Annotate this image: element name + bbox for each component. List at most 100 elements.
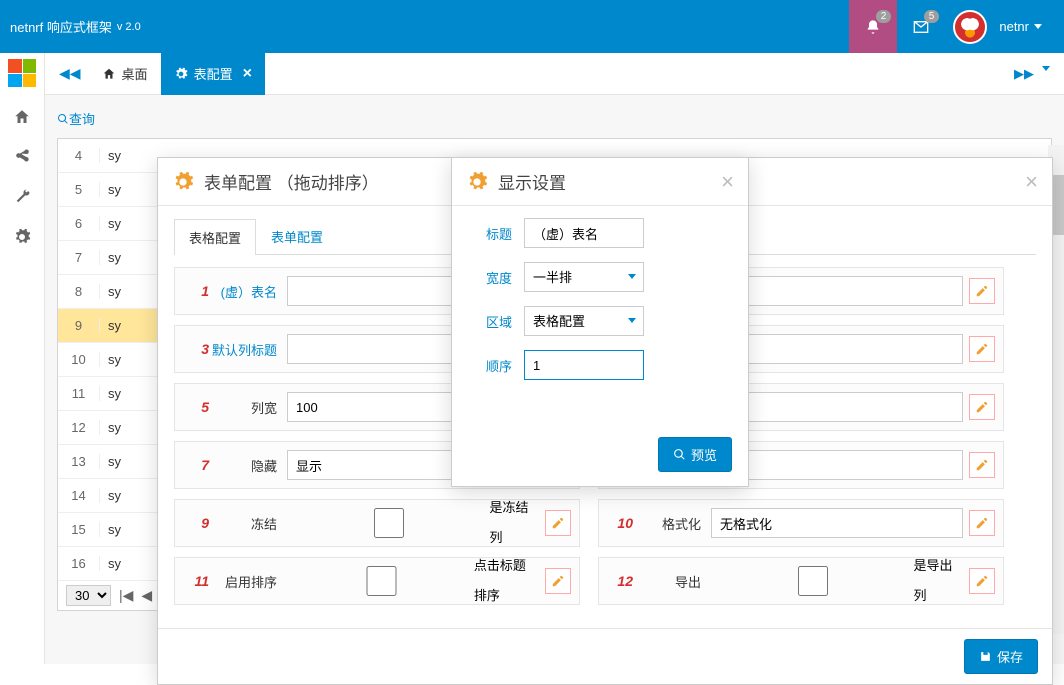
search-icon [673, 448, 686, 461]
width-select[interactable]: 一半排 [524, 262, 644, 292]
row-cell: sy [100, 420, 129, 435]
pencil-icon [551, 516, 565, 530]
row-cell: sy [100, 182, 129, 197]
area-select[interactable]: 表格配置 [524, 306, 644, 336]
modal-title: 表单配置 （拖动排序） [204, 169, 379, 194]
row-number: 6 [58, 216, 100, 231]
home-icon [13, 108, 31, 126]
gear-icon [174, 67, 188, 81]
field-checkbox[interactable] [719, 566, 907, 596]
pencil-icon [975, 342, 989, 356]
config-field[interactable]: 10格式化 [598, 499, 1004, 547]
pencil-icon [975, 400, 989, 414]
row-cell: sy [100, 454, 129, 469]
app-logo [8, 59, 36, 87]
label-area: 区域 [468, 312, 524, 331]
sidebar-share[interactable] [0, 137, 45, 177]
row-cell: sy [100, 318, 129, 333]
notif-count: 2 [876, 10, 892, 23]
row-cell: sy [100, 250, 129, 265]
row-number: 4 [58, 148, 100, 163]
field-number: 5 [183, 399, 209, 415]
close-icon[interactable]: × [1025, 169, 1038, 195]
mail-button[interactable]: 5 [897, 0, 945, 53]
label-width: 宽度 [468, 268, 524, 287]
sidebar-home[interactable] [0, 97, 45, 137]
row-number: 16 [58, 556, 100, 571]
pencil-icon [975, 458, 989, 472]
row-number: 10 [58, 352, 100, 367]
save-icon [979, 650, 992, 663]
edit-button[interactable] [969, 568, 995, 594]
edit-button[interactable] [545, 510, 571, 536]
row-cell: sy [100, 352, 129, 367]
edit-button[interactable] [969, 510, 995, 536]
edit-button[interactable] [969, 336, 995, 362]
config-field[interactable]: 9冻结是冻结列 [174, 499, 580, 547]
user-menu[interactable]: netnr [987, 19, 1054, 34]
row-number: 7 [58, 250, 100, 265]
field-number: 12 [607, 573, 633, 589]
mail-count: 5 [924, 10, 940, 23]
tabs-menu[interactable] [1042, 66, 1050, 71]
gear-icon [13, 228, 31, 246]
config-field[interactable]: 12导出是导出列 [598, 557, 1004, 605]
field-number: 10 [607, 515, 633, 531]
close-icon[interactable]: × [243, 65, 252, 83]
caret-down-icon [1034, 24, 1042, 29]
wrench-icon [13, 188, 31, 206]
field-number: 1 [183, 283, 209, 299]
pager-first[interactable]: |◀ [119, 587, 133, 604]
config-field[interactable]: 11启用排序点击标题排序 [174, 557, 580, 605]
sidebar-settings[interactable] [0, 217, 45, 257]
field-number: 9 [183, 515, 209, 531]
sidebar-tools[interactable] [0, 177, 45, 217]
field-label: 启用排序 [209, 572, 287, 591]
field-label: 列宽 [209, 398, 287, 417]
tabs-collapse-left[interactable]: ◀◀ [51, 65, 89, 82]
label-title: 标题 [468, 224, 524, 243]
modal-title: 显示设置 [498, 169, 566, 194]
close-icon[interactable]: × [721, 169, 734, 195]
row-cell: sy [100, 148, 129, 163]
gear-icon [172, 171, 194, 193]
row-cell: sy [100, 556, 129, 571]
pencil-icon [975, 574, 989, 588]
row-cell: sy [100, 488, 129, 503]
preview-button[interactable]: 预览 [658, 437, 732, 472]
field-checkbox[interactable] [295, 566, 468, 596]
field-input[interactable] [711, 508, 963, 538]
toolbar-query[interactable]: 查询 [57, 109, 95, 128]
order-input[interactable] [524, 350, 644, 380]
tab-form-config[interactable]: 表单配置 [256, 218, 338, 254]
avatar[interactable] [953, 10, 987, 44]
label-order: 顺序 [468, 356, 524, 375]
pencil-icon [975, 516, 989, 530]
row-number: 8 [58, 284, 100, 299]
edit-button[interactable] [969, 394, 995, 420]
field-label: 隐藏 [209, 456, 287, 475]
row-number: 11 [58, 386, 100, 401]
edit-button[interactable] [969, 452, 995, 478]
row-cell: sy [100, 284, 129, 299]
pagesize-select[interactable]: 30 [66, 585, 111, 606]
tabs-scroll-right[interactable]: ▶▶ [1014, 66, 1034, 82]
brand: netnrf 响应式框架 v 2.0 [10, 17, 141, 36]
display-settings-modal: 显示设置 × 标题 宽度一半排 区域表格配置 顺序 预览 [451, 157, 749, 487]
edit-button[interactable] [545, 568, 571, 594]
row-number: 12 [58, 420, 100, 435]
save-button[interactable]: 保存 [964, 639, 1038, 674]
tab-home[interactable]: 桌面 [89, 53, 161, 95]
share-icon [13, 148, 31, 166]
pager-prev[interactable]: ◀ [141, 587, 152, 604]
gear-icon [466, 171, 488, 193]
pencil-icon [975, 284, 989, 298]
row-number: 14 [58, 488, 100, 503]
tab-table-config[interactable]: 表格配置 [174, 219, 256, 255]
tab-table-config[interactable]: 表配置 × [161, 53, 265, 95]
field-checkbox[interactable] [295, 508, 483, 538]
title-input[interactable] [524, 218, 644, 248]
edit-button[interactable] [969, 278, 995, 304]
notifications-button[interactable]: 2 [849, 0, 897, 53]
pencil-icon [551, 574, 565, 588]
